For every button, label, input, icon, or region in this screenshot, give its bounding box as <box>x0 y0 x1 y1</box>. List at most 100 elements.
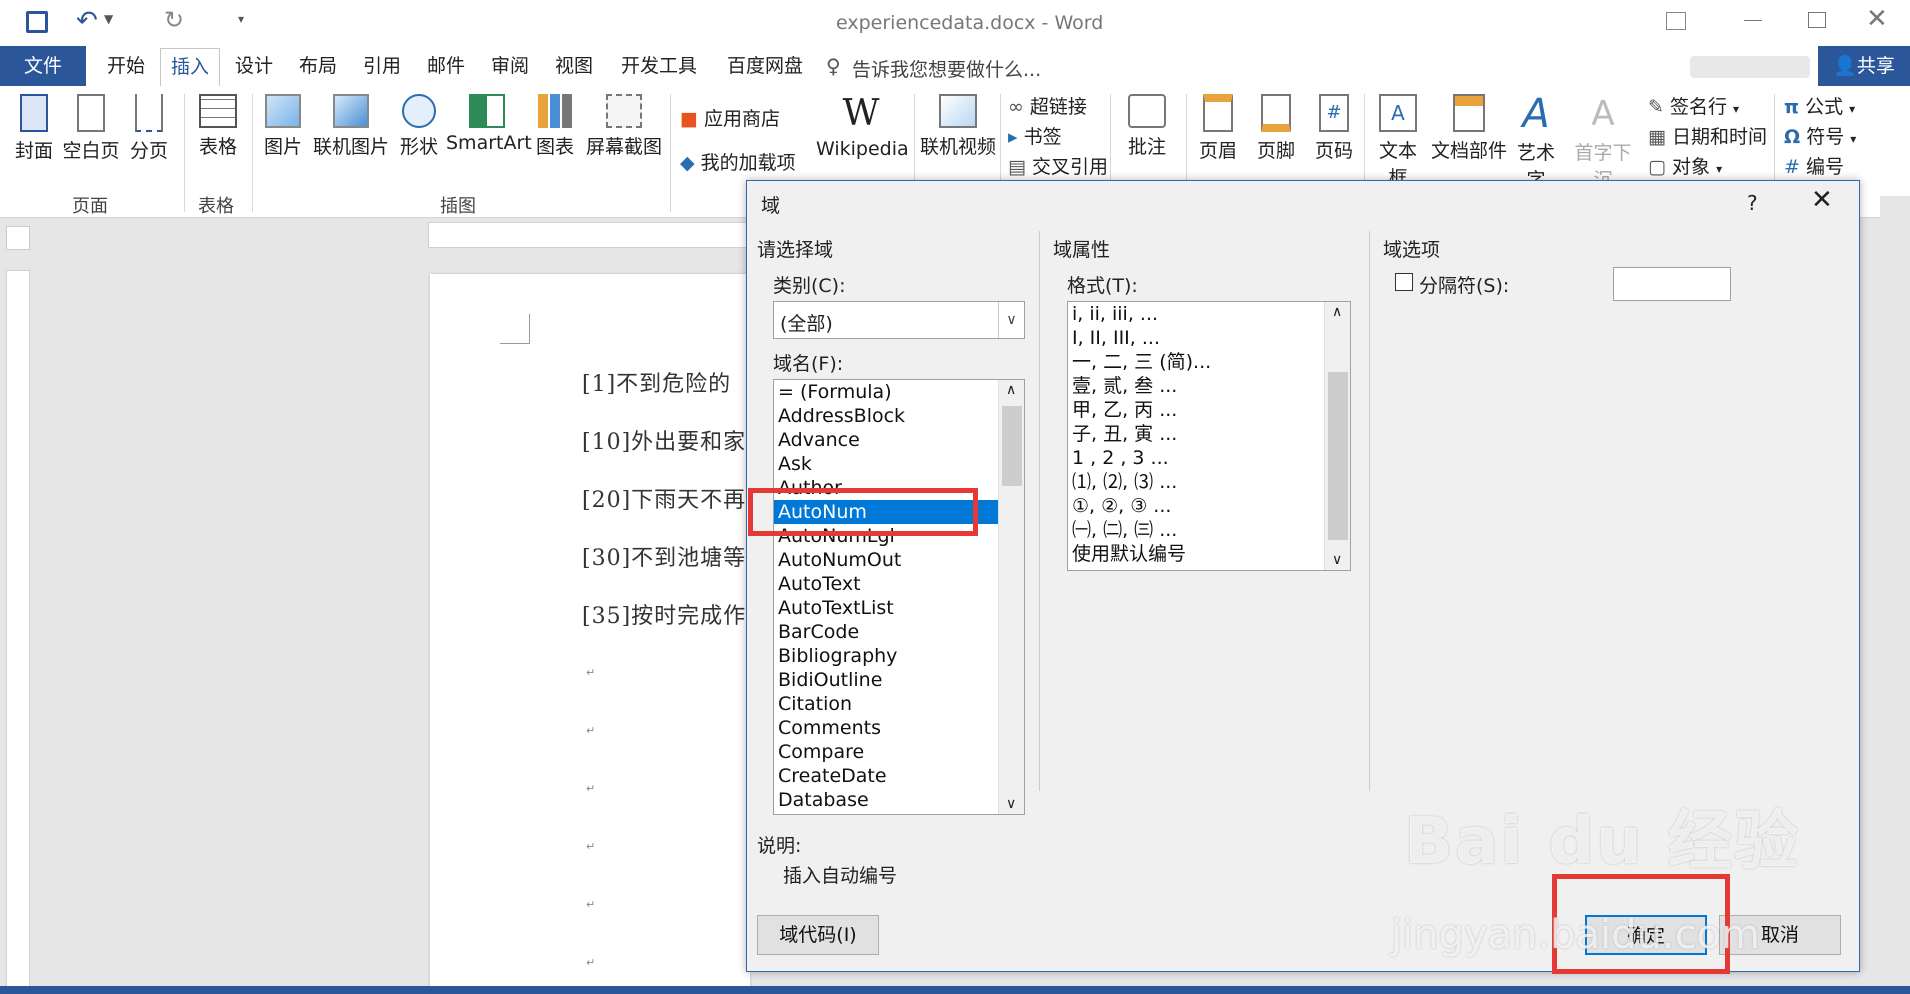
tab-mailings[interactable]: 邮件 <box>420 46 472 86</box>
undo-dropdown-icon[interactable]: ▼ <box>104 12 113 26</box>
field-name-item[interactable]: Ask <box>774 452 998 476</box>
tab-developer[interactable]: 开发工具 <box>614 46 704 86</box>
crossref-button[interactable]: ▤ 交叉引用 <box>1008 152 1108 179</box>
textbox-button[interactable]: A 文本框 <box>1370 94 1426 190</box>
field-list-scrollbar[interactable]: ∧ ∨ <box>998 380 1024 814</box>
field-codes-button[interactable]: 域代码(I) <box>757 915 879 955</box>
online-picture-button[interactable]: 联机图片 <box>312 94 390 159</box>
shapes-button[interactable]: 形状 <box>396 94 442 159</box>
screenshot-button[interactable]: 屏幕截图 <box>584 94 664 159</box>
tab-insert[interactable]: 插入 <box>160 48 220 86</box>
page-break-button[interactable]: 分页 <box>126 94 172 163</box>
page-number-button[interactable]: # 页码 <box>1312 94 1356 163</box>
tab-home[interactable]: 开始 <box>100 46 152 86</box>
close-window-icon[interactable]: ✕ <box>1866 4 1888 34</box>
format-item[interactable]: 甲, 乙, 丙 ... <box>1068 398 1350 422</box>
format-item[interactable]: ⑴, ⑵, ⑶ ... <box>1068 470 1350 494</box>
field-name-item[interactable]: AutoText <box>774 572 998 596</box>
field-name-item[interactable]: Bibliography <box>774 644 998 668</box>
field-name-item[interactable]: BidiOutline <box>774 668 998 692</box>
scroll-up-icon[interactable]: ∧ <box>1006 382 1016 398</box>
ribbon-display-icon[interactable] <box>1666 12 1686 30</box>
header-button[interactable]: 页眉 <box>1196 94 1240 163</box>
chevron-down-icon[interactable]: ∨ <box>998 302 1024 338</box>
document-page[interactable]: [1]不到危险的 [10]外出要和家 [20]下雨天不再 [30]不到池塘等 [… <box>430 274 750 994</box>
tab-layout[interactable]: 布局 <box>292 46 344 86</box>
category-select[interactable]: (全部) ∨ <box>773 301 1025 339</box>
hyperlink-button[interactable]: ∞ 超链接 <box>1008 92 1087 119</box>
tab-review[interactable]: 审阅 <box>484 46 536 86</box>
field-name-item[interactable]: Comments <box>774 716 998 740</box>
save-icon[interactable] <box>26 11 48 33</box>
tab-view[interactable]: 视图 <box>548 46 600 86</box>
my-addins-button[interactable]: ◆ 我的加载项 <box>680 148 796 175</box>
minimize-icon[interactable] <box>1744 20 1762 21</box>
footer-button[interactable]: 页脚 <box>1254 94 1298 163</box>
cover-page-button[interactable]: 封面 <box>12 94 56 163</box>
scroll-thumb[interactable] <box>1002 406 1022 486</box>
format-list[interactable]: i, ii, iii, ... I, II, III, ... 一, 二, 三 (简… <box>1067 301 1351 571</box>
date-time-button[interactable]: ▦ 日期和时间 <box>1648 122 1767 149</box>
format-item[interactable]: 1 , 2 , 3 ... <box>1068 446 1350 470</box>
field-name-item[interactable]: Compare <box>774 740 998 764</box>
horizontal-ruler[interactable] <box>428 222 748 248</box>
field-name-item[interactable]: AutoNumOut <box>774 548 998 572</box>
separator-input[interactable] <box>1613 267 1731 301</box>
format-item[interactable]: I, II, III, ... <box>1068 326 1350 350</box>
undo-icon[interactable]: ↶ <box>76 6 98 36</box>
chart-button[interactable]: 图表 <box>532 94 578 159</box>
tab-file[interactable]: 文件 <box>0 46 86 86</box>
drop-cap-button[interactable]: A 首字下沉 <box>1566 94 1640 192</box>
store-button[interactable]: ■ 应用商店 <box>680 104 780 131</box>
close-dialog-icon[interactable]: ✕ <box>1811 185 1833 215</box>
wordart-button[interactable]: A 艺术字 <box>1508 94 1564 192</box>
maximize-icon[interactable] <box>1808 12 1826 28</box>
ruler-corner[interactable] <box>6 226 30 250</box>
format-item[interactable]: ①, ②, ③ ... <box>1068 494 1350 518</box>
symbol-button[interactable]: Ω 符号 ▾ <box>1784 122 1856 149</box>
format-item[interactable]: ㈠, ㈡, ㈢ ... <box>1068 518 1350 542</box>
share-button[interactable]: 👤共享 <box>1818 46 1910 86</box>
scroll-thumb[interactable] <box>1328 372 1348 540</box>
field-name-item[interactable]: Advance <box>774 428 998 452</box>
scroll-down-icon[interactable]: ∨ <box>1332 552 1342 568</box>
field-name-item[interactable]: AutoTextList <box>774 596 998 620</box>
scroll-down-icon[interactable]: ∨ <box>1006 796 1016 812</box>
field-name-item[interactable]: CreateDate <box>774 764 998 788</box>
tab-baidu-netdisk[interactable]: 百度网盘 <box>720 46 810 86</box>
smartart-button[interactable]: SmartArt <box>446 94 532 154</box>
format-item[interactable]: 子, 丑, 寅 ... <box>1068 422 1350 446</box>
format-item[interactable]: 使用默认编号 <box>1068 542 1350 566</box>
tell-me-input[interactable]: 告诉我您想要做什么... <box>852 55 1041 82</box>
online-video-button[interactable]: 联机视频 <box>920 94 996 159</box>
field-name-item[interactable]: Database <box>774 788 998 812</box>
redo-icon[interactable]: ↻ <box>164 6 184 34</box>
field-names-list[interactable]: = (Formula) AddressBlock Advance Ask Author A… <box>773 379 1025 815</box>
signature-line-button[interactable]: ✎ 签名行 ▾ <box>1648 92 1739 119</box>
scroll-up-icon[interactable]: ∧ <box>1332 304 1342 320</box>
object-button[interactable]: ▢ 对象 ▾ <box>1648 152 1722 179</box>
format-item[interactable]: 一, 二, 三 (简)... <box>1068 350 1350 374</box>
separator-checkbox[interactable] <box>1395 273 1413 291</box>
format-item[interactable]: 壹, 贰, 叁 ... <box>1068 374 1350 398</box>
wikipedia-button[interactable]: W Wikipedia <box>816 94 909 161</box>
format-item[interactable]: i, ii, iii, ... <box>1068 302 1350 326</box>
field-name-item[interactable]: AddressBlock <box>774 404 998 428</box>
vertical-ruler[interactable] <box>6 270 30 994</box>
tab-references[interactable]: 引用 <box>356 46 408 86</box>
number-button[interactable]: # 编号 <box>1784 152 1844 179</box>
comment-button[interactable]: 批注 <box>1118 94 1176 159</box>
quick-parts-button[interactable]: 文档部件 <box>1430 94 1508 163</box>
picture-button[interactable]: 图片 <box>260 94 306 159</box>
equation-button[interactable]: π 公式 ▾ <box>1784 92 1855 119</box>
bookmark-button[interactable]: ▸ 书签 <box>1008 122 1062 149</box>
format-list-scrollbar[interactable]: ∧ ∨ <box>1324 302 1350 570</box>
field-name-item[interactable]: = (Formula) <box>774 380 998 404</box>
field-name-item[interactable]: Citation <box>774 692 998 716</box>
blank-page-button[interactable]: 空白页 <box>62 94 120 163</box>
table-button[interactable]: 表格 <box>196 94 240 159</box>
help-button[interactable]: ? <box>1747 191 1758 215</box>
tab-design[interactable]: 设计 <box>228 46 280 86</box>
customize-qat-icon[interactable]: ▾ <box>238 12 244 26</box>
field-name-item[interactable]: BarCode <box>774 620 998 644</box>
